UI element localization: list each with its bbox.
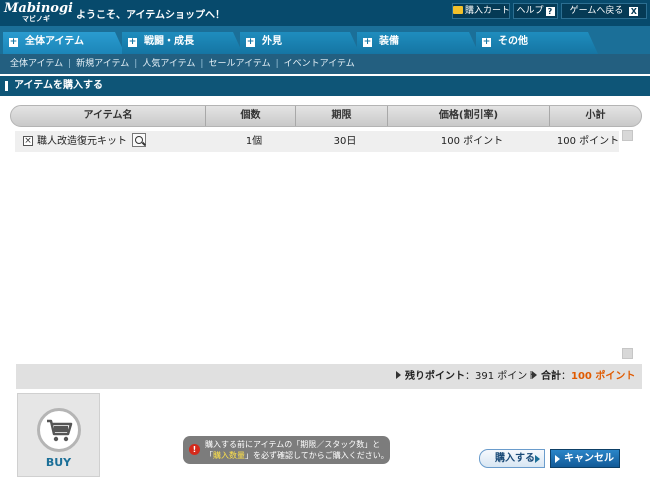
tab-label: 戦闘・成長 bbox=[144, 36, 194, 47]
tab-appearance[interactable]: + 外見 bbox=[240, 32, 360, 54]
question-icon: ? bbox=[545, 7, 555, 16]
sub-navigation: 全体アイテム | 新規アイテム | 人気アイテム | セールアイテム | イベントアイテム bbox=[0, 54, 650, 74]
total-value: 100 ポイント bbox=[571, 371, 636, 382]
tab-label: 外見 bbox=[262, 36, 282, 47]
buy-badge: BUY bbox=[17, 393, 100, 477]
remaining-points-value: 391 ポイント bbox=[475, 371, 538, 382]
help-button[interactable]: ヘルプ? bbox=[513, 3, 558, 19]
subnav-new-items[interactable]: 新規アイテム bbox=[76, 59, 129, 69]
back-button-label: ゲームへ戻る bbox=[569, 6, 624, 16]
total-points: 合計：100 ポイント bbox=[532, 364, 635, 389]
subnav-all-items[interactable]: 全体アイテム bbox=[10, 59, 63, 69]
category-tabs: + 全体アイテム + 戦闘・成長 + 外見 + 装備 + その他 bbox=[0, 26, 650, 54]
scrollbar-up[interactable] bbox=[622, 130, 633, 141]
top-header: Mabinogi マビノギ ようこそ、アイテムショップへ！ 購入カート ヘルプ?… bbox=[0, 0, 650, 26]
arrow-right-icon bbox=[396, 371, 401, 379]
cart-button[interactable]: 購入カート bbox=[452, 3, 510, 19]
subnav-separator: | bbox=[200, 59, 204, 69]
subnav-separator: | bbox=[134, 59, 138, 69]
cart-button-label: 購入カート bbox=[465, 6, 511, 16]
plus-icon: + bbox=[128, 37, 137, 47]
header-item-name: アイテム名 bbox=[83, 110, 133, 121]
section-title: アイテムを購入する bbox=[0, 76, 650, 96]
help-button-label: ヘルプ bbox=[516, 6, 544, 16]
remaining-points: 残りポイント：391 ポイント bbox=[396, 364, 537, 389]
logo-text: Mabinogi bbox=[4, 1, 73, 16]
item-quantity: 1個 bbox=[245, 136, 263, 147]
item-subtotal: 100 ポイント bbox=[556, 136, 620, 147]
notice-rest: 」を必ず確認してからご購入ください。 bbox=[245, 451, 389, 460]
cart-badge-icon bbox=[37, 408, 81, 452]
mabinogi-logo[interactable]: Mabinogi マビノギ bbox=[4, 2, 73, 24]
cart-icon bbox=[453, 6, 463, 14]
remove-item-icon[interactable]: × bbox=[23, 136, 33, 146]
table-row: × 職人改造復元キット 1個 30日 100 ポイント 100 ポイント bbox=[15, 131, 619, 152]
total-label: 合計 bbox=[541, 371, 561, 382]
header-subtotal: 小計 bbox=[549, 106, 641, 126]
notice-line-1: 購入する前にアイテムの「期限／スタック数」と bbox=[205, 440, 381, 449]
colon: ： bbox=[561, 371, 571, 382]
plus-icon: + bbox=[246, 37, 255, 47]
plus-icon: + bbox=[9, 37, 18, 47]
colon: ： bbox=[465, 371, 475, 382]
logo-subtext: マビノギ bbox=[22, 15, 50, 23]
tab-label: その他 bbox=[498, 36, 528, 47]
subnav-event-items[interactable]: イベントアイテム bbox=[284, 59, 355, 69]
magnifier-icon[interactable] bbox=[132, 133, 146, 147]
plus-icon: + bbox=[482, 37, 491, 47]
table-header: アイテム名 個数 期限 価格(割引率) 小計 bbox=[10, 105, 642, 127]
arrow-right-icon bbox=[532, 371, 537, 379]
close-icon: X bbox=[629, 7, 639, 16]
back-to-game-button[interactable]: ゲームへ戻る X bbox=[561, 3, 647, 19]
tab-equipment[interactable]: + 装備 bbox=[357, 32, 479, 54]
item-price: 100 ポイント bbox=[440, 136, 504, 147]
item-name: 職人改造復元キット bbox=[37, 136, 127, 147]
tab-all-items[interactable]: + 全体アイテム bbox=[3, 32, 125, 54]
notice-bracket: 「 bbox=[205, 451, 213, 460]
cancel-button[interactable]: キャンセル bbox=[550, 449, 620, 468]
item-term: 30日 bbox=[333, 136, 357, 147]
alert-icon: ! bbox=[189, 444, 200, 455]
subnav-separator: | bbox=[68, 59, 72, 69]
tab-label: 装備 bbox=[379, 36, 399, 47]
remaining-points-label: 残りポイント bbox=[405, 371, 465, 382]
header-term: 期限 bbox=[295, 106, 387, 126]
tab-label: 全体アイテム bbox=[25, 36, 84, 47]
notice-highlight: 購入数量 bbox=[213, 451, 245, 460]
tab-battle-growth[interactable]: + 戦闘・成長 bbox=[122, 32, 243, 54]
notice-line-2: 「購入数量」を必ず確認してからご購入ください。 bbox=[205, 450, 390, 461]
subnav-separator: | bbox=[275, 59, 279, 69]
purchase-notice: ! 購入する前にアイテムの「期限／スタック数」と 「購入数量」を必ず確認してから… bbox=[183, 436, 390, 464]
shopping-cart-icon bbox=[47, 419, 73, 442]
header-price: 価格(割引率) bbox=[387, 106, 549, 126]
subnav-popular-items[interactable]: 人気アイテム bbox=[142, 59, 195, 69]
tab-other[interactable]: + その他 bbox=[476, 32, 598, 54]
header-quantity: 個数 bbox=[205, 106, 295, 126]
subnav-sale-items[interactable]: セールアイテム bbox=[208, 59, 270, 69]
points-summary: 残りポイント：391 ポイント 合計：100 ポイント bbox=[16, 364, 642, 389]
welcome-message: ようこそ、アイテムショップへ！ bbox=[76, 10, 225, 21]
purchase-button[interactable]: 購入する bbox=[479, 449, 545, 468]
purchase-panel: アイテム名 個数 期限 価格(割引率) 小計 × 職人改造復元キット 1個 30… bbox=[9, 104, 642, 389]
plus-icon: + bbox=[363, 37, 372, 47]
scrollbar-down[interactable] bbox=[622, 348, 633, 359]
buy-label: BUY bbox=[45, 456, 72, 469]
